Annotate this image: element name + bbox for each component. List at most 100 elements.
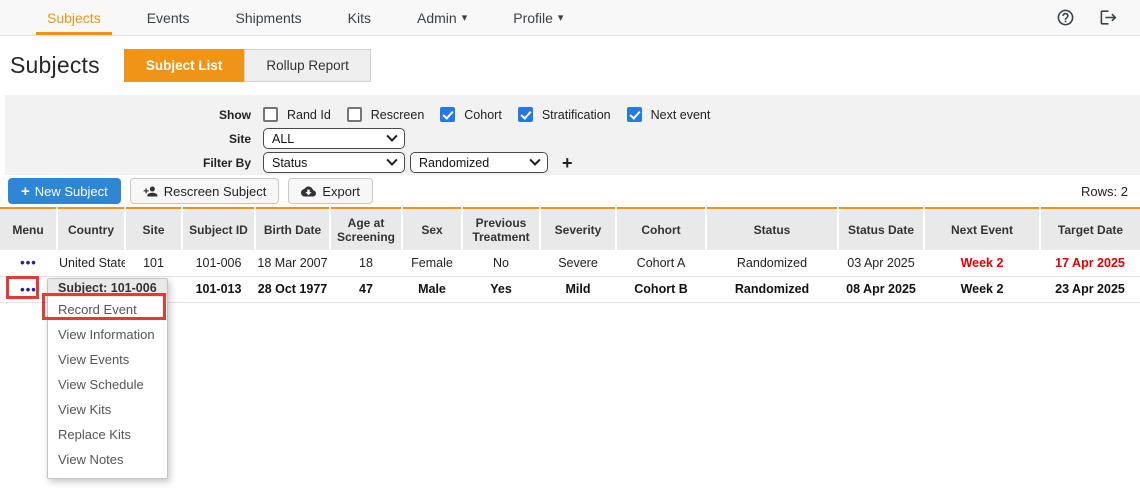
tab-subject-list[interactable]: Subject List	[124, 49, 245, 82]
row2-previous-treatment: Yes	[462, 276, 540, 302]
col-cohort: Cohort	[616, 208, 706, 250]
col-subject-id: Subject ID	[182, 208, 255, 250]
rand-id-checkbox[interactable]	[263, 107, 278, 122]
nav-subjects[interactable]: Subjects	[24, 0, 124, 35]
row1-sex: Female	[402, 250, 462, 276]
nav-events[interactable]: Events	[124, 0, 213, 35]
row1-age: 18	[330, 250, 402, 276]
col-sex: Sex	[402, 208, 462, 250]
col-site: Site	[125, 208, 182, 250]
filter-value-value: Randomized	[419, 156, 523, 170]
table-header: Menu Country Site Subject ID Birth Date …	[0, 208, 1140, 250]
filter-panel: Show Rand Id Rescreen Cohort Stratificat…	[5, 95, 1140, 175]
app-window: Subjects Events Shipments Kits Admin ▾ P…	[0, 0, 1140, 491]
row2-target-date: 23 Apr 2025	[1040, 276, 1140, 302]
row1-status-date: 03 Apr 2025	[838, 250, 924, 276]
rand-id-label: Rand Id	[287, 108, 331, 122]
filter-by-row: Filter By Status Randomized +	[5, 152, 1140, 173]
stratification-label: Stratification	[542, 108, 611, 122]
row2-menu-button[interactable]: •••	[20, 282, 37, 297]
col-next-event: Next Event	[924, 208, 1040, 250]
cloud-download-icon	[301, 184, 316, 199]
row2-next-event: Week 2	[924, 276, 1040, 302]
row1-subject-id: 101-006	[182, 250, 255, 276]
filter-by-label: Filter By	[5, 156, 263, 170]
row1-next-event: Week 2	[924, 250, 1040, 276]
nav-admin[interactable]: Admin ▾	[394, 0, 490, 35]
row1-menu-button[interactable]: •••	[20, 255, 37, 270]
table-row: ••• United States 101 101-006 18 Mar 200…	[0, 250, 1140, 276]
row1-severity: Severe	[540, 250, 616, 276]
view-tabs: Subject List Rollup Report	[124, 49, 371, 82]
nav-profile-label: Profile	[513, 10, 553, 26]
show-filter-row: Show Rand Id Rescreen Cohort Stratificat…	[5, 104, 1140, 125]
menu-item-record-event[interactable]: Record Event	[48, 297, 167, 322]
col-birth-date: Birth Date	[255, 208, 330, 250]
col-age-at-screening: Age at Screening	[330, 208, 402, 250]
checkbox-next-event[interactable]: Next event	[627, 107, 711, 122]
cohort-label: Cohort	[464, 108, 502, 122]
filter-field-select[interactable]: Status	[263, 152, 405, 173]
row2-birth-date: 28 Oct 1977	[255, 276, 330, 302]
rescreen-subject-button[interactable]: Rescreen Subject	[130, 178, 280, 204]
rows-count: Rows: 2	[1081, 184, 1132, 199]
export-button[interactable]: Export	[288, 178, 373, 204]
site-select-value: ALL	[272, 132, 380, 146]
cohort-checkbox[interactable]	[440, 107, 455, 122]
menu-item-replace-kits[interactable]: Replace Kits	[48, 422, 167, 447]
chevron-down-icon	[386, 154, 397, 165]
chevron-down-icon: ▾	[462, 11, 468, 24]
add-filter-button[interactable]: +	[562, 154, 573, 172]
show-label: Show	[5, 108, 263, 122]
menu-item-view-kits[interactable]: View Kits	[48, 397, 167, 422]
new-subject-button[interactable]: + New Subject	[8, 178, 121, 204]
filter-field-value: Status	[272, 156, 380, 170]
col-severity: Severity	[540, 208, 616, 250]
stratification-checkbox[interactable]	[518, 107, 533, 122]
top-navigation: Subjects Events Shipments Kits Admin ▾ P…	[0, 0, 1140, 36]
page-title: Subjects	[10, 52, 100, 79]
row2-sex: Male	[402, 276, 462, 302]
rescreen-checkbox[interactable]	[347, 107, 362, 122]
nav-admin-label: Admin	[417, 10, 457, 26]
chevron-down-icon: ▾	[558, 11, 564, 24]
help-icon[interactable]	[1056, 8, 1075, 27]
action-bar: + New Subject Rescreen Subject Export Ro…	[0, 175, 1140, 207]
site-select[interactable]: ALL	[263, 128, 405, 149]
plus-icon: +	[21, 183, 30, 200]
col-target-date: Target Date	[1040, 208, 1140, 250]
checkbox-stratification[interactable]: Stratification	[518, 107, 611, 122]
logout-icon[interactable]	[1099, 8, 1118, 27]
chevron-down-icon	[529, 154, 540, 165]
checkbox-cohort[interactable]: Cohort	[440, 107, 502, 122]
nav-profile[interactable]: Profile ▾	[490, 0, 586, 35]
person-add-icon	[143, 184, 158, 199]
row2-status-date: 08 Apr 2025	[838, 276, 924, 302]
tab-rollup-report[interactable]: Rollup Report	[244, 49, 371, 82]
col-status: Status	[706, 208, 838, 250]
row2-age: 47	[330, 276, 402, 302]
col-status-date: Status Date	[838, 208, 924, 250]
row2-status: Randomized	[706, 276, 838, 302]
nav-kits[interactable]: Kits	[325, 0, 394, 35]
menu-item-view-schedule[interactable]: View Schedule	[48, 372, 167, 397]
checkbox-rescreen[interactable]: Rescreen	[347, 107, 425, 122]
next-event-label: Next event	[651, 108, 711, 122]
menu-item-view-information[interactable]: View Information	[48, 322, 167, 347]
subjects-table: Menu Country Site Subject ID Birth Date …	[0, 207, 1140, 303]
menu-item-view-events[interactable]: View Events	[48, 347, 167, 372]
row1-status: Randomized	[706, 250, 838, 276]
site-label: Site	[5, 132, 263, 146]
col-previous-treatment: Previous Treatment	[462, 208, 540, 250]
export-label: Export	[322, 184, 360, 199]
new-subject-label: New Subject	[35, 184, 108, 199]
nav-right-icons	[1056, 0, 1140, 35]
col-country: Country	[57, 208, 125, 250]
nav-shipments[interactable]: Shipments	[213, 0, 325, 35]
checkbox-rand-id[interactable]: Rand Id	[263, 107, 331, 122]
row1-birth-date: 18 Mar 2007	[255, 250, 330, 276]
next-event-checkbox[interactable]	[627, 107, 642, 122]
filter-value-select[interactable]: Randomized	[410, 152, 548, 173]
menu-item-view-notes[interactable]: View Notes	[48, 447, 167, 472]
context-menu-header: Subject: 101-006	[48, 279, 167, 297]
